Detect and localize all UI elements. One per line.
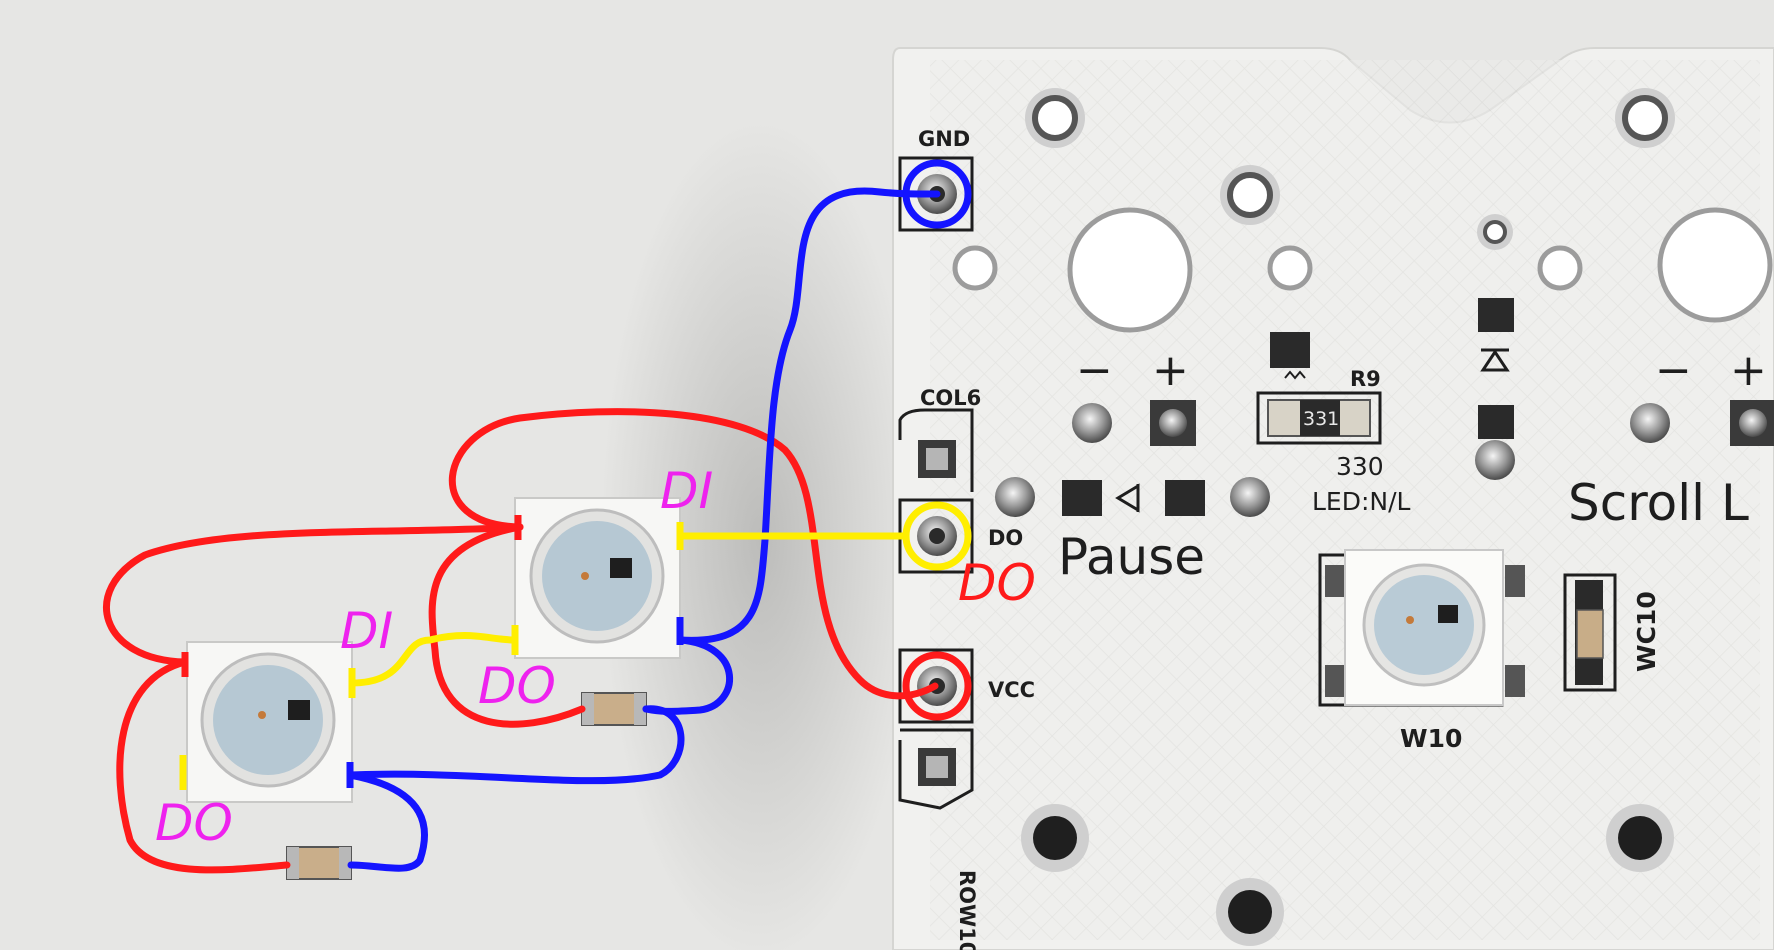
wiring-diagram: GND COL6 DO VCC ROW10 − + − + R9 331 330… (103, 47, 1774, 950)
external-capacitor-2 (286, 846, 352, 880)
led-nl-label: LED:N/L (1312, 487, 1411, 516)
w10-label: W10 (1400, 724, 1462, 753)
pause-label: Pause (1058, 528, 1205, 586)
pcb-board: GND COL6 DO VCC ROW10 − + − + R9 331 330… (892, 47, 1774, 950)
scroll-label: Scroll L (1568, 474, 1749, 532)
annotation-di-top: DI (660, 462, 713, 520)
wc10-label: WC10 (1632, 591, 1661, 672)
plus-label-2: + (1730, 345, 1767, 396)
annotation-di-left: DI (340, 602, 393, 660)
row10-label: ROW10 (955, 870, 979, 950)
annotation-do-board: DO (958, 554, 1036, 612)
external-led-right (514, 497, 681, 659)
minus-label-2: − (1655, 345, 1692, 396)
external-led-left (186, 641, 353, 803)
led-w10 (1318, 549, 1525, 707)
resistor-code-label: 331 (1303, 408, 1339, 430)
do-label: DO (988, 526, 1023, 550)
gnd-label: GND (918, 127, 970, 151)
minus-label-1: − (1076, 345, 1113, 396)
r9-label: R9 (1350, 367, 1381, 391)
value-330-label: 330 (1336, 452, 1384, 481)
annotation-do-left: DO (155, 794, 233, 852)
vcc-label: VCC (988, 678, 1035, 702)
annotation-do-top: DO (478, 657, 556, 715)
plus-label-1: + (1152, 345, 1189, 396)
col6-label: COL6 (920, 386, 981, 410)
external-capacitor-1 (581, 692, 647, 726)
